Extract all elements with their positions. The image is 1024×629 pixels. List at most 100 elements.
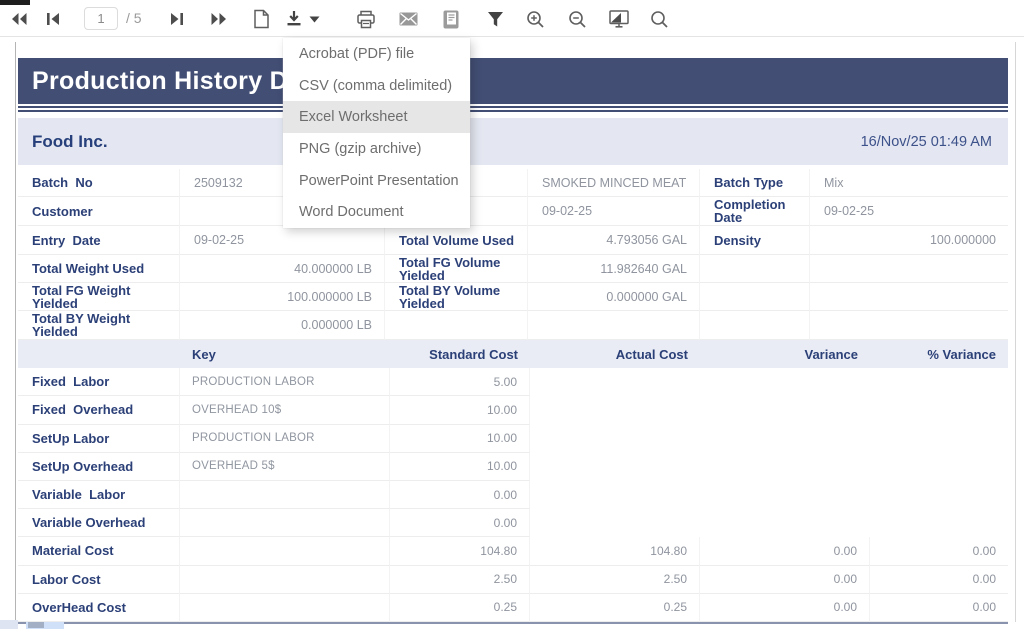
cost-value-cell [700,481,870,509]
export-menu-item-acrobat-pdf-file[interactable]: Acrobat (PDF) file [283,38,470,70]
zoom-out-icon[interactable] [564,6,590,32]
cost-row-label: Labor Cost [18,565,180,594]
cost-value-cell: 10.00 [390,424,530,453]
cost-value-cell: 0.25 [390,593,530,622]
export-menu-item-excel-worksheet[interactable]: Excel Worksheet [283,101,470,134]
info-field-label: Density [700,226,810,255]
info-field-label [700,255,810,283]
info-field-label: Total FG Volume Yielded [385,255,528,283]
info-field-value [810,283,1008,311]
cost-row-label: SetUp Labor [18,424,180,453]
export-menu-item-word-document[interactable]: Word Document [283,196,470,228]
viewer-toolbar: / 5 [0,0,1024,37]
previous-page-icon[interactable] [40,6,66,32]
page-number-input[interactable] [84,7,118,30]
cost-row-label: SetUp Overhead [18,452,180,481]
next-page-icon[interactable] [164,6,190,32]
cost-key-cell: PRODUCTION LABOR [180,424,390,453]
info-field-label: Batch Type [700,169,810,197]
cost-value-cell: 10.00 [390,452,530,481]
info-field-value: 09-02-25 [810,197,1008,226]
fit-screen-icon[interactable] [606,6,632,32]
search-icon[interactable] [646,6,672,32]
cost-value-cell: 0.00 [700,537,870,566]
cost-value-cell: 104.80 [390,537,530,566]
info-field-value: Mix [810,169,1008,197]
info-field-label: Total BY Volume Yielded [385,283,528,311]
cost-header-variance: Variance [700,340,870,368]
cost-value-cell: 5.00 [390,368,530,397]
batch-info-table: Batch No 2509132 SMOKED MINCED MEAT Batch T… [18,169,1008,340]
info-field-value: 0.000000 GAL [528,283,700,311]
cost-row-label: Variable Labor [18,480,180,510]
cost-value-cell [530,509,700,537]
cost-value-cell [700,425,870,453]
browser-edge-artifact [0,0,30,5]
cost-value-cell: 0.00 [870,594,1008,622]
email-icon[interactable] [395,6,421,32]
export-report-icon[interactable] [438,6,464,32]
info-field-label: Customer [18,197,180,226]
cost-value-cell [700,396,870,424]
cost-key-cell [180,593,390,622]
cost-value-cell: 0.00 [390,509,530,538]
page-title: Production History D [32,66,289,95]
page-left-edge [15,42,16,622]
info-field-value: 100.000000 LB [180,283,385,311]
cost-value-cell [870,481,1008,509]
info-field-value [528,311,700,340]
export-caret-icon[interactable] [305,6,323,32]
cost-value-cell [870,509,1008,537]
report-subheader-bar: Food Inc. 16/Nov/25 01:49 AM [18,118,1008,165]
cost-header-standard-cost: Standard Cost [390,340,530,368]
cost-value-cell [870,396,1008,424]
cost-value-cell [530,425,700,453]
page-count-label: / 5 [126,10,142,26]
export-menu-item-powerpoint-presentation[interactable]: PowerPoint Presentation [283,165,470,197]
cost-table: Key Standard Cost Actual Cost Variance% Var… [18,340,1008,624]
cost-value-cell: 2.50 [390,565,530,594]
cost-value-cell: 104.80 [530,537,700,566]
cost-key-cell: OVERHEAD 10$ [180,396,390,425]
info-field-label: Total BY Weight Yielded [18,311,180,340]
cost-value-cell: 0.00 [700,565,870,594]
cost-row-label: Fixed Overhead [18,396,180,425]
info-field-value [810,255,1008,283]
cost-value-cell [870,368,1008,396]
export-menu-item-csv-comma-delimited[interactable]: CSV (comma delimited) [283,70,470,102]
page-bottom-artifact-text [28,622,44,628]
cost-value-cell: 0.00 [700,593,870,622]
title-double-rule [18,106,1008,112]
fast-backward-icon[interactable] [6,6,32,32]
cost-value-cell [700,509,870,537]
info-field-label: Total FG Weight Yielded [18,283,180,311]
cost-header-blank [18,340,180,368]
cost-row-label: Material Cost [18,537,180,566]
cost-value-cell: 0.00 [870,566,1008,594]
cost-value-cell [700,453,870,481]
cost-key-cell [180,565,390,594]
export-download-icon[interactable] [281,6,307,32]
info-field-label [700,311,810,340]
info-field-label: Total Volume Used [385,226,528,255]
report-timestamp: 16/Nov/25 01:49 AM [860,133,992,150]
cost-value-cell [700,368,870,396]
cost-key-cell: OVERHEAD 5$ [180,452,390,481]
cost-value-cell: 10.00 [390,396,530,425]
cost-value-cell: 0.00 [870,537,1008,566]
info-field-label [385,311,528,340]
info-field-value: 40.000000 LB [180,255,385,283]
info-field-value: 09-02-25 [528,197,700,226]
cost-key-cell: PRODUCTION LABOR [180,368,390,397]
cost-key-cell [180,537,390,566]
page-right-edge [1015,42,1016,622]
company-name: Food Inc. [32,131,108,151]
new-document-icon[interactable] [248,6,274,32]
print-icon[interactable] [353,6,379,32]
export-menu-item-png-gzip-archive[interactable]: PNG (gzip archive) [283,133,470,165]
zoom-in-icon[interactable] [522,6,548,32]
filter-icon[interactable] [482,6,508,32]
info-field-label: Entry Date [18,226,180,255]
cost-key-cell [180,509,390,538]
fast-forward-icon[interactable] [206,6,232,32]
